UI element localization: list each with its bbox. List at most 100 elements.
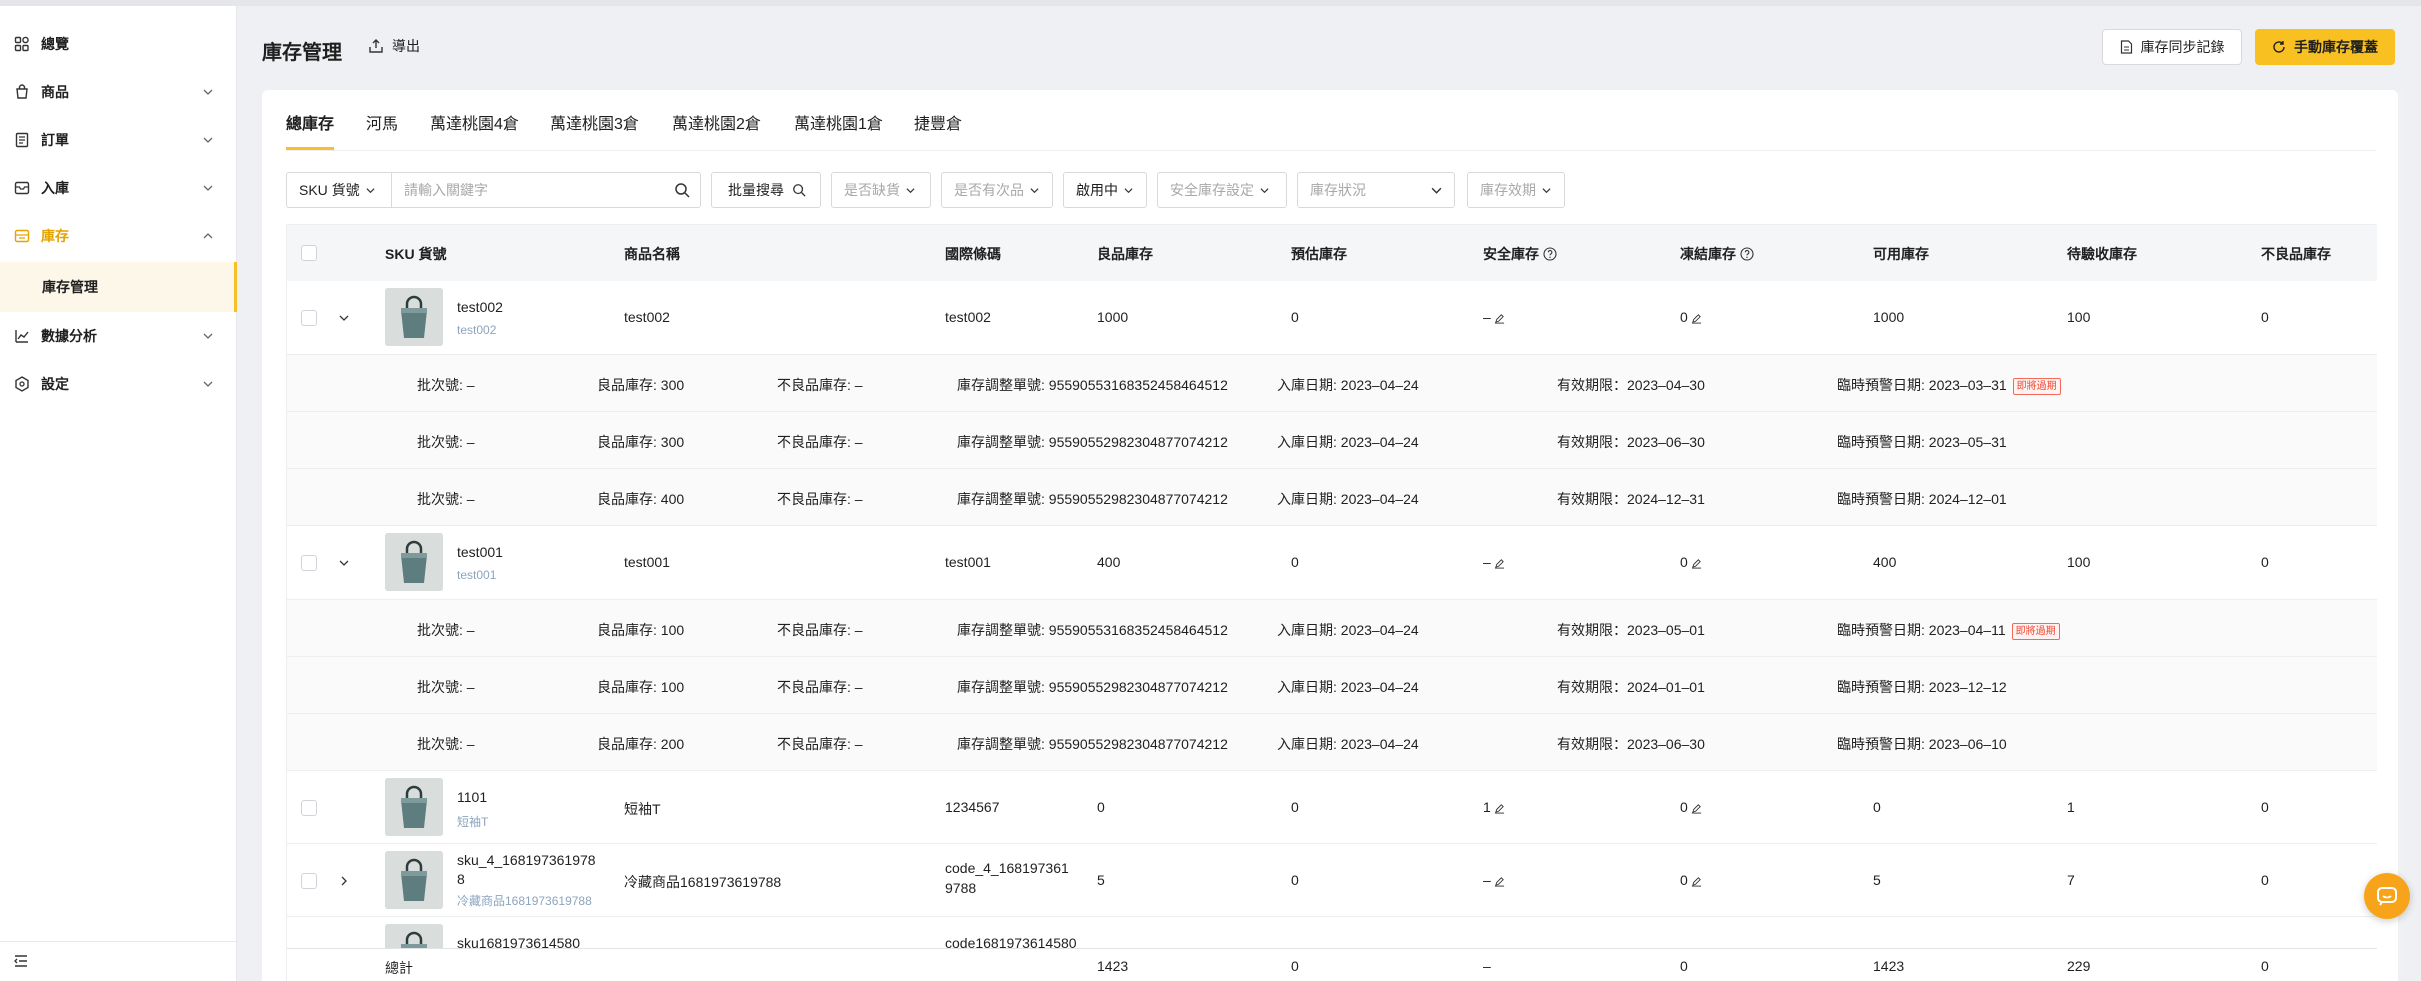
manual-override-button[interactable]: 手動庫存覆蓋 [2255, 29, 2395, 65]
sku-value: test001 [457, 544, 503, 560]
edit-icon[interactable] [1691, 558, 1702, 569]
frozen-stock[interactable]: 0 [1680, 554, 1702, 570]
column-header[interactable]: SKU 貨號 [385, 244, 446, 264]
sidebar-item-products[interactable]: 商品 [0, 70, 237, 114]
tab-wanda-taoyuan-3[interactable]: 萬達桃園3倉 [550, 110, 639, 134]
chevron-down-icon [203, 137, 213, 143]
barcode: 1234567 [945, 799, 1000, 815]
frozen-stock[interactable]: 0 [1680, 309, 1702, 325]
estimated-stock: 0 [1291, 309, 1299, 325]
column-header[interactable]: 商品名稱 [624, 244, 680, 264]
pending-stock: 1 [2067, 799, 2075, 815]
tab-wanda-taoyuan-4[interactable]: 萬達桃園4倉 [430, 110, 519, 134]
support-chat-button[interactable] [2364, 873, 2410, 919]
sync-log-button[interactable]: 庫存同步記錄 [2102, 29, 2242, 65]
batch-warning-date: 臨時預警日期: 2023–12–12 [1837, 679, 2007, 695]
sidebar-item-overview[interactable]: 總覽 [0, 22, 237, 66]
edit-icon[interactable] [1691, 313, 1702, 324]
sidebar-item-orders[interactable]: 訂單 [0, 118, 237, 162]
sidebar-item-settings[interactable]: 設定 [0, 362, 237, 406]
column-header[interactable]: 可用庫存 [1873, 244, 1929, 264]
enabled-status-select[interactable]: 啟用中 [1063, 172, 1147, 208]
edit-icon[interactable] [1691, 803, 1702, 814]
row-checkbox[interactable] [301, 873, 317, 889]
table-row[interactable]: 1101 短袖T 短袖T 1234567 0 0 1 0 0 1 0 [287, 771, 2377, 844]
has-defective-select[interactable]: 是否有次品 [941, 172, 1053, 208]
batch-good-stock: 良品庫存: 300 [597, 377, 685, 393]
tab-wanda-taoyuan-2[interactable]: 萬達桃園2倉 [672, 110, 761, 134]
safety-stock[interactable]: – [1483, 872, 1505, 888]
help-circle-icon[interactable] [1543, 247, 1557, 261]
safety-stock[interactable]: – [1483, 554, 1505, 570]
batch-number: 批次號: – [417, 736, 475, 752]
tab-total-inventory[interactable]: 總庫存 [286, 110, 334, 134]
column-header[interactable]: 不良品庫存 [2261, 244, 2331, 264]
sidebar-item-analytics[interactable]: 數據分析 [0, 314, 237, 358]
column-header[interactable]: 待驗收庫存 [2067, 244, 2137, 264]
batch-row: 批次號: – 良品庫存: 300 不良品庫存: – 庫存調整單號: 955905… [287, 355, 2377, 412]
batch-good-stock: 良品庫存: 400 [597, 491, 685, 507]
batch-search-button[interactable]: 批量搜尋 [711, 172, 821, 208]
sku-type-select[interactable]: SKU 貨號 [286, 172, 392, 208]
chevron-up-icon [203, 233, 213, 239]
tab-hippo[interactable]: 河馬 [366, 110, 398, 134]
search-input[interactable]: 請輸入關鍵字 [391, 172, 701, 208]
edit-icon[interactable] [1494, 803, 1505, 814]
batch-warning-date: 臨時預警日期: 2023–05–31 [1837, 434, 2007, 450]
total-safety-stock: – [1483, 958, 1491, 974]
frozen-stock[interactable]: 0 [1680, 799, 1702, 815]
edit-icon[interactable] [1494, 876, 1505, 887]
table-row[interactable]: sku_4_168197361978 8 冷藏商品1681973619788 冷… [287, 844, 2377, 917]
column-header[interactable]: 國際條碼 [945, 244, 1001, 264]
table-row[interactable]: test001 test001 test001 test001 400 0 – … [287, 526, 2377, 600]
edit-icon[interactable] [1494, 313, 1505, 324]
safety-stock[interactable]: 1 [1483, 799, 1505, 815]
table-row[interactable]: sku1681973614580 code1681973614580 [287, 917, 2377, 948]
row-checkbox[interactable] [301, 555, 317, 571]
row-checkbox[interactable] [301, 800, 317, 816]
collapse-menu-icon[interactable] [13, 953, 29, 972]
batch-inbound-date: 入庫日期: 2023–04–24 [1277, 736, 1419, 752]
search-icon [793, 184, 806, 197]
select-all-checkbox[interactable] [301, 245, 317, 261]
sidebar-item-inventory[interactable]: 庫存 [0, 214, 237, 258]
export-icon [369, 39, 383, 53]
chevron-down-icon [1030, 187, 1039, 193]
sidebar-item-label: 數據分析 [41, 328, 97, 344]
export-button[interactable]: 導出 [368, 36, 420, 56]
batch-row: 批次號: – 良品庫存: 200 不良品庫存: – 庫存調整單號: 955905… [287, 714, 2377, 771]
batch-number: 批次號: – [417, 679, 475, 695]
row-checkbox[interactable] [301, 310, 317, 326]
column-header-safety-stock[interactable]: 安全庫存 [1483, 244, 1557, 264]
chevron-down-icon[interactable] [337, 311, 351, 325]
stock-expiry-select[interactable]: 庫存效期 [1467, 172, 1565, 208]
chevron-down-icon[interactable] [337, 556, 351, 570]
tab-jiefeng[interactable]: 捷豐倉 [914, 110, 962, 134]
batch-adjust-number: 庫存調整單號: 9559055298230487707421​2 [957, 491, 1228, 507]
table-row[interactable]: test002 test002 test002 test002 1000 0 –… [287, 281, 2377, 355]
tab-wanda-taoyuan-1[interactable]: 萬達桃園1倉 [794, 110, 883, 134]
sidebar-subitem-inventory-management[interactable]: 庫存管理 [0, 262, 237, 312]
product-name: test001 [624, 554, 670, 570]
help-circle-icon[interactable] [1740, 247, 1754, 261]
sidebar-item-inbound[interactable]: 入庫 [0, 166, 237, 210]
stock-status-select[interactable]: 庫存狀況 [1297, 172, 1455, 208]
edit-icon[interactable] [1691, 876, 1702, 887]
chevron-right-icon[interactable] [337, 874, 351, 888]
sku-value: sku1681973614580 [457, 935, 581, 948]
product-thumbnail [385, 778, 443, 836]
batch-expiry-date: 有效期限：2023–06–30 [1557, 736, 1705, 752]
total-frozen-stock: 0 [1680, 958, 1688, 974]
safety-stock[interactable]: – [1483, 309, 1505, 325]
column-header[interactable]: 預估庫存 [1291, 244, 1347, 264]
frozen-stock[interactable]: 0 [1680, 872, 1702, 888]
out-of-stock-select[interactable]: 是否缺貨 [831, 172, 931, 208]
edit-icon[interactable] [1494, 558, 1505, 569]
page-scrollbar[interactable] [2398, 90, 2404, 975]
safety-stock-setting-select[interactable]: 安全庫存設定 [1157, 172, 1287, 208]
column-header[interactable]: 良品庫存 [1097, 244, 1153, 264]
inventory-table: SKU 貨號 商品名稱 國際條碼 良品庫存 預估庫存 安全庫存 凍結庫存 可用庫… [286, 224, 2377, 981]
available-stock: 0 [1873, 799, 1881, 815]
column-header-frozen-stock[interactable]: 凍結庫存 [1680, 244, 1754, 264]
search-icon[interactable] [674, 182, 690, 198]
